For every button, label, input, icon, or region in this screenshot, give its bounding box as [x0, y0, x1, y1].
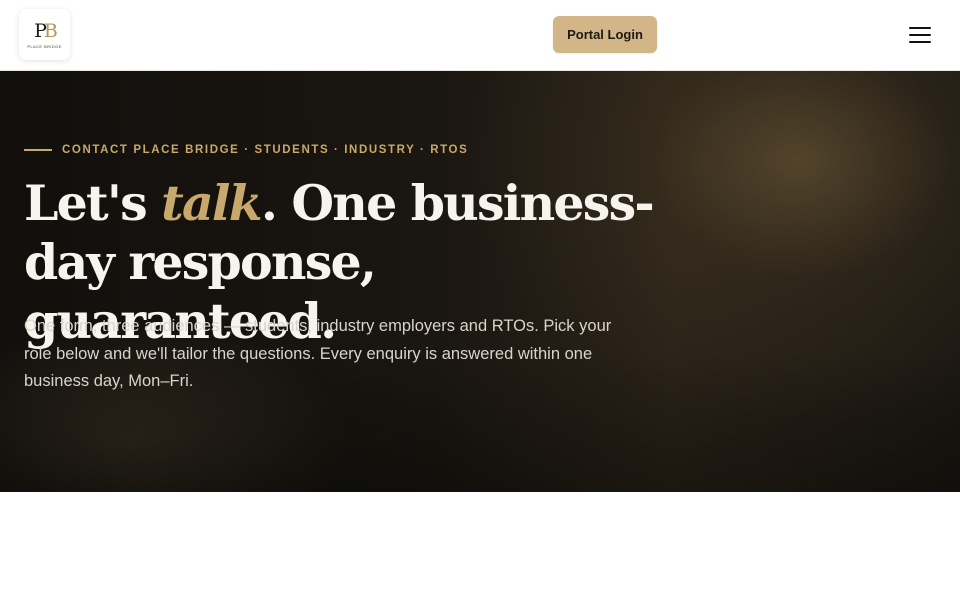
portal-login-button[interactable]: Portal Login	[553, 16, 657, 53]
place-bridge-logo[interactable]: PB PLACE BRIDGE	[19, 9, 70, 60]
hero-title-accent: talk	[161, 174, 263, 232]
logo-monogram-p: P	[34, 20, 47, 42]
eyebrow-text: CONTACT PLACE BRIDGE · STUDENTS · INDUST…	[62, 144, 469, 156]
hero-eyebrow: CONTACT PLACE BRIDGE · STUDENTS · INDUST…	[24, 144, 468, 156]
logo-monogram-b: B	[43, 20, 58, 42]
eyebrow-line	[24, 149, 52, 151]
hero-description: One form, three audiences — students, in…	[24, 317, 612, 390]
logo-wordmark: PLACE BRIDGE	[27, 44, 62, 49]
hero-title-part1: Let's	[24, 174, 162, 232]
site-header: PB PLACE BRIDGE Portal Login	[0, 0, 960, 71]
menu-bar-bottom	[909, 41, 931, 43]
contact-hero: CONTACT PLACE BRIDGE · STUDENTS · INDUST…	[0, 71, 960, 492]
menu-bar-middle	[909, 34, 931, 36]
hamburger-menu-icon[interactable]	[902, 20, 938, 50]
menu-bar-top	[909, 27, 931, 29]
logo-monogram: PB	[34, 20, 58, 42]
